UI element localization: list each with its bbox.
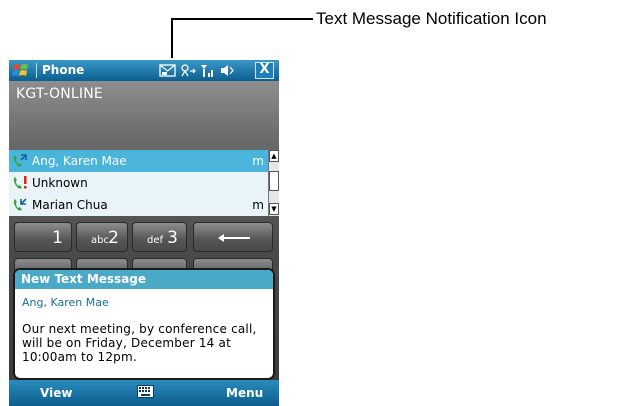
call-list-item[interactable]: Unknown <box>9 172 268 194</box>
notification-header: New Text Message <box>15 270 273 289</box>
key-2[interactable]: abc 2 <box>76 222 128 252</box>
contact-name: Ang, Karen Mae <box>32 154 127 168</box>
callout-line <box>171 18 313 20</box>
backspace-arrow-icon <box>218 234 250 242</box>
incoming-call-icon <box>11 197 29 213</box>
notification-message: Our next meeting, by conference call, wi… <box>22 322 257 364</box>
contact-name: Unknown <box>32 176 88 190</box>
scroll-up-icon[interactable]: ▲ <box>269 150 279 162</box>
volume-icon[interactable] <box>219 63 236 78</box>
notification-sender[interactable]: Ang, Karen Mae <box>22 296 109 309</box>
scroll-down-icon[interactable]: ▼ <box>269 203 279 215</box>
missed-call-icon <box>11 175 29 191</box>
call-history-list: Ang, Karen Mae m Unknown Marian Chua m <box>9 150 279 216</box>
callout-label: Text Message Notification Icon <box>316 9 547 28</box>
backspace-key[interactable] <box>193 222 273 252</box>
text-message-notification-icon[interactable] <box>159 63 176 78</box>
operator-name: KGT-ONLINE <box>16 86 103 102</box>
keyboard-icon[interactable] <box>137 385 154 398</box>
scroll-thumb[interactable] <box>269 171 279 191</box>
contact-name: Marian Chua <box>32 198 108 212</box>
signal-icon[interactable] <box>199 63 216 78</box>
device-screen: Phone X KGT-ONLINE Ang, Karen Mae m Unkn… <box>9 60 279 406</box>
menu-softkey[interactable]: Menu <box>226 386 263 400</box>
notification-bubble[interactable]: New Text Message Ang, Karen Mae Our next… <box>13 268 275 380</box>
number-type: m <box>252 154 264 168</box>
title-bar: Phone X <box>9 60 279 81</box>
key-1[interactable]: 1 <box>14 222 72 252</box>
key-3[interactable]: def 3 <box>132 222 187 252</box>
number-type: m <box>252 198 264 212</box>
title-separator <box>36 63 37 78</box>
call-list-scrollbar[interactable]: ▲ ▼ <box>268 150 279 216</box>
close-button[interactable]: X <box>255 62 274 79</box>
outgoing-call-icon <box>11 153 29 169</box>
call-list-item[interactable]: Ang, Karen Mae m <box>9 150 268 172</box>
softkey-bar: View Menu <box>9 380 279 406</box>
call-list-item[interactable]: Marian Chua m <box>9 194 268 216</box>
app-title: Phone <box>42 63 85 77</box>
view-softkey[interactable]: View <box>40 386 72 400</box>
connectivity-icon[interactable] <box>179 63 196 78</box>
callout-pointer <box>171 18 173 58</box>
start-menu-icon[interactable] <box>12 62 30 79</box>
